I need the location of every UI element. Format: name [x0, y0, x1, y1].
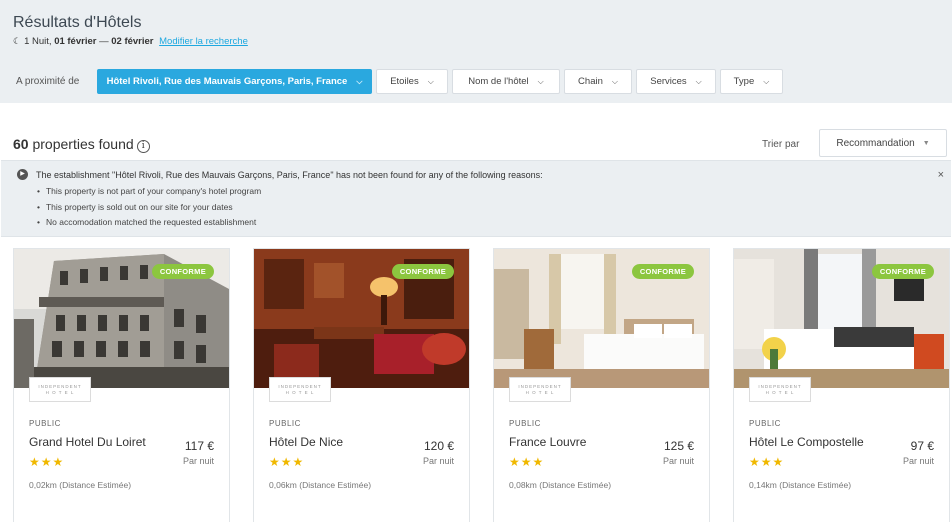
location-filter-dropdown[interactable]: Hôtel Rivoli, Rue des Mauvais Garçons, P…: [97, 69, 372, 94]
hotel-name[interactable]: Hôtel De Nice: [269, 435, 343, 449]
hotel-logo-line: H O T E L: [765, 389, 795, 395]
stay-dates: ☾ 1 Nuit, 01 février — 02 février Modifie…: [13, 36, 248, 47]
hotel-logo: INDEPENDENT H O T E L: [29, 377, 91, 402]
conforme-badge: CONFORME: [871, 264, 934, 279]
date-from: 01 février: [54, 36, 97, 47]
hotel-logo-line: H O T E L: [525, 389, 555, 395]
type-filter-dropdown[interactable]: Type ⌵: [720, 69, 783, 94]
hotel-price: 120 €: [423, 439, 454, 453]
hotel-distance: 0,02km (Distance Estimée): [29, 480, 132, 490]
chevron-down-icon: ⌵: [695, 76, 702, 86]
sort-dropdown[interactable]: Recommandation ▼: [819, 129, 947, 157]
price-per-night: Par nuit: [422, 456, 454, 466]
sort-value: Recommandation: [836, 137, 915, 149]
hotel-category: PUBLIC: [29, 419, 61, 428]
star-rating: ★★★: [29, 455, 65, 469]
stars-filter-label: Etoiles: [390, 76, 419, 87]
notice-reasons: This property is not part of your compan…: [37, 186, 261, 233]
hotel-name[interactable]: Hôtel Le Compostelle: [749, 435, 864, 449]
hotel-price: 97 €: [910, 439, 934, 453]
hotel-price: 125 €: [663, 439, 694, 453]
proximity-label: A proximité de: [16, 76, 80, 87]
notice-reason: No accomodation matched the requested es…: [37, 217, 261, 233]
price-per-night: Par nuit: [902, 456, 934, 466]
chevron-down-icon: ⌵: [537, 76, 544, 86]
chevron-down-icon: ⌵: [356, 76, 363, 86]
star-rating: ★★★: [269, 455, 305, 469]
conforme-badge: CONFORME: [391, 264, 454, 279]
hotel-logo-line: H O T E L: [285, 389, 315, 395]
notice-reason: This property is not part of your compan…: [37, 186, 261, 202]
star-rating: ★★★: [509, 455, 545, 469]
hotel-name[interactable]: Grand Hotel Du Loiret: [29, 435, 146, 449]
hotel-category: PUBLIC: [269, 419, 301, 428]
hotel-price: 117 €: [184, 439, 214, 453]
price-per-night: Par nuit: [662, 456, 694, 466]
hotel-logo: INDEPENDENT H O T E L: [509, 377, 571, 402]
chain-filter-dropdown[interactable]: Chain ⌵: [564, 69, 632, 94]
hotel-distance: 0,14km (Distance Estimée): [749, 480, 852, 490]
info-icon[interactable]: i: [136, 140, 150, 153]
results-count-number: 60: [13, 136, 29, 152]
hotel-card[interactable]: CONFORME INDEPENDENT H O T E L PUBLIC Hô…: [253, 248, 470, 522]
date-separator: —: [99, 36, 109, 47]
hotel-logo: INDEPENDENT H O T E L: [749, 377, 811, 402]
chevron-down-icon: ⌵: [427, 76, 434, 86]
services-filter-label: Services: [650, 76, 687, 87]
chain-filter-label: Chain: [578, 76, 603, 87]
moon-icon: ☾: [13, 36, 22, 46]
hotel-distance: 0,06km (Distance Estimée): [269, 480, 372, 490]
search-summary-panel: Résultats d'Hôtels ☾ 1 Nuit, 01 février —…: [0, 0, 952, 103]
notice-title: The establishment "Hôtel Rivoli, Rue des…: [36, 170, 543, 180]
hotel-logo: INDEPENDENT H O T E L: [269, 377, 331, 402]
chevron-down-icon: ⌵: [611, 76, 618, 86]
modify-search-link[interactable]: Modifier la recherche: [159, 36, 248, 47]
nights-count: 1 Nuit,: [24, 36, 52, 47]
page-title: Résultats d'Hôtels: [13, 14, 142, 31]
play-circle-icon: ▶: [17, 169, 28, 180]
close-icon[interactable]: ×: [938, 169, 944, 181]
results-count-label: properties found: [32, 136, 134, 152]
hotel-category: PUBLIC: [749, 419, 781, 428]
conforme-badge: CONFORME: [151, 264, 214, 279]
caret-down-icon: ▼: [922, 139, 930, 147]
stars-filter-dropdown[interactable]: Etoiles ⌵: [376, 69, 448, 94]
location-filter-value: Hôtel Rivoli, Rue des Mauvais Garçons, P…: [106, 76, 348, 87]
date-to: 02 février: [111, 36, 154, 47]
hotel-card[interactable]: CONFORME INDEPENDENT H O T E L PUBLIC Fr…: [493, 248, 710, 522]
chevron-down-icon: ⌵: [763, 76, 770, 86]
not-found-notice: ▶ The establishment "Hôtel Rivoli, Rue d…: [1, 160, 951, 237]
sort-label: Trier par: [762, 139, 800, 150]
hotel-category: PUBLIC: [509, 419, 541, 428]
hotel-name-filter-dropdown[interactable]: Nom de l'hôtel ⌵: [452, 69, 560, 94]
hotel-logo-line: H O T E L: [45, 389, 75, 395]
hotel-card[interactable]: CONFORME INDEPENDENT H O T E L PUBLIC Hô…: [733, 248, 950, 522]
hotel-name[interactable]: France Louvre: [509, 435, 586, 449]
conforme-badge: CONFORME: [631, 264, 694, 279]
hotel-name-filter-label: Nom de l'hôtel: [468, 76, 529, 87]
hotel-distance: 0,08km (Distance Estimée): [509, 480, 612, 490]
results-count: 60 properties found i: [13, 136, 150, 153]
services-filter-dropdown[interactable]: Services ⌵: [636, 69, 716, 94]
type-filter-label: Type: [733, 76, 755, 87]
notice-reason: This property is sold out on our site fo…: [37, 202, 261, 218]
hotel-card[interactable]: CONFORME INDEPENDENT H O T E L PUBLIC Gr…: [13, 248, 230, 522]
price-per-night: Par nuit: [182, 456, 214, 466]
star-rating: ★★★: [749, 455, 785, 469]
